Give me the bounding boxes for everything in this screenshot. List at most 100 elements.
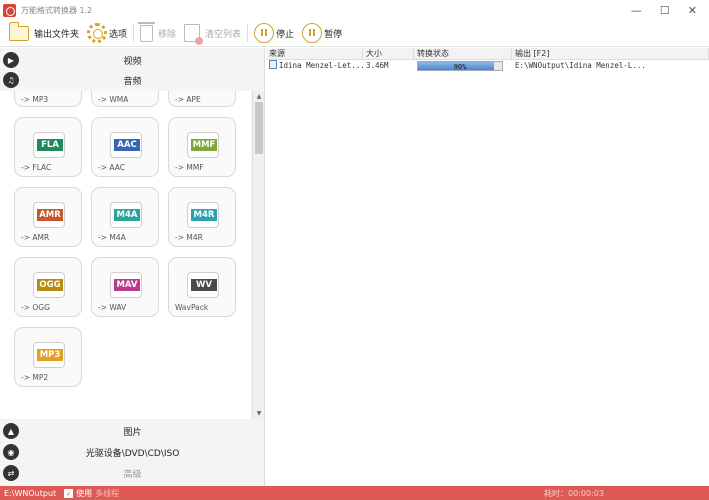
multithread-checkbox[interactable]: ✓ bbox=[64, 488, 74, 498]
category-optical[interactable]: ◉ 光驱设备\DVD\CD\ISO bbox=[0, 442, 265, 462]
category-advanced-label: 高级 bbox=[123, 469, 142, 480]
close-button[interactable]: ✕ bbox=[688, 4, 697, 17]
gear-icon bbox=[87, 23, 108, 43]
trash-icon bbox=[138, 21, 156, 42]
format-tile-wavpack[interactable]: WV WavPack bbox=[168, 257, 236, 317]
toolbar: 输出文件夹 选项 移除 清空列表 停止 暂停 bbox=[0, 20, 709, 47]
output-path[interactable]: E:\WNOutput bbox=[0, 489, 60, 498]
format-tile-ape[interactable]: -> APE bbox=[168, 91, 236, 107]
format-label: -> M4A bbox=[98, 233, 126, 242]
m4a-file-icon: M4A bbox=[110, 202, 142, 228]
row-status-cell: 90% bbox=[414, 60, 512, 72]
ogg-file-icon: OGG bbox=[33, 272, 65, 298]
title-bar: 万能格式转换器 1.2 — ☐ ✕ bbox=[0, 0, 709, 20]
column-source[interactable]: 来源 bbox=[266, 48, 363, 59]
pause-button[interactable]: 暂停 bbox=[298, 20, 346, 47]
use-label: 使用 bbox=[76, 488, 93, 498]
elapsed-time: 耗时：00:00:03 bbox=[544, 488, 604, 498]
mmf-file-icon: MMF bbox=[187, 132, 219, 158]
category-image-label: 图片 bbox=[123, 427, 142, 438]
format-tile-wav[interactable]: MAV -> WAV bbox=[91, 257, 159, 317]
remove-label: 移除 bbox=[158, 29, 177, 40]
column-status[interactable]: 转换状态 bbox=[414, 48, 512, 59]
music-note-icon: ♫ bbox=[3, 72, 19, 88]
format-label: -> M4R bbox=[175, 233, 203, 242]
format-label: WavPack bbox=[175, 303, 209, 312]
format-label: -> AAC bbox=[98, 163, 125, 172]
format-tile-flac[interactable]: FLA -> FLAC bbox=[14, 117, 82, 177]
format-badge: AMR bbox=[37, 209, 63, 221]
amr-file-icon: AMR bbox=[33, 202, 65, 228]
column-output[interactable]: 输出 [F2] bbox=[512, 48, 709, 59]
format-badge: MAV bbox=[114, 279, 140, 291]
pause-label: 暂停 bbox=[324, 29, 343, 40]
table-header: 来源 大小 转换状态 输出 [F2] bbox=[266, 48, 709, 60]
format-label: -> WMA bbox=[98, 95, 129, 104]
category-video-label: 视频 bbox=[123, 56, 142, 67]
window-controls: — ☐ ✕ bbox=[631, 0, 705, 20]
category-video[interactable]: ▶ 视频 bbox=[0, 50, 265, 70]
m4r-file-icon: M4R bbox=[187, 202, 219, 228]
format-grid-scrollbar[interactable]: ▲ ▼ bbox=[252, 91, 264, 419]
format-badge: OGG bbox=[37, 279, 63, 291]
format-tile-mmf[interactable]: MMF -> MMF bbox=[168, 117, 236, 177]
wavpack-file-icon: WV bbox=[187, 272, 219, 298]
audio-file-icon bbox=[269, 60, 277, 69]
status-bar: E:\WNOutput ✓ 使用 多线程 耗时：00:00:03 bbox=[0, 486, 709, 500]
scroll-up-arrow-icon[interactable]: ▲ bbox=[253, 91, 265, 102]
progress-text: 90% bbox=[453, 63, 467, 71]
remove-button[interactable]: 移除 bbox=[136, 20, 180, 47]
format-tile-amr[interactable]: AMR -> AMR bbox=[14, 187, 82, 247]
format-tile-m4r[interactable]: M4R -> M4R bbox=[168, 187, 236, 247]
format-tile-aac[interactable]: AAC -> AAC bbox=[91, 117, 159, 177]
format-label: -> OGG bbox=[21, 303, 50, 312]
category-image[interactable]: ▲ 图片 bbox=[0, 421, 265, 441]
disc-icon: ◉ bbox=[3, 444, 19, 460]
format-badge: WV bbox=[191, 279, 217, 291]
play-icon: ▶ bbox=[3, 52, 19, 68]
clear-list-button[interactable]: 清空列表 bbox=[180, 20, 245, 47]
pause-icon bbox=[302, 23, 323, 43]
category-audio[interactable]: ♫ 音频 bbox=[0, 70, 265, 90]
output-folder-button[interactable]: 输出文件夹 bbox=[0, 20, 83, 47]
folder-icon bbox=[9, 21, 29, 41]
format-label: -> WAV bbox=[98, 303, 127, 312]
format-tile-wma[interactable]: -> WMA bbox=[91, 91, 159, 107]
toolbar-divider bbox=[247, 24, 249, 42]
format-grid: -> MP3 -> WMA -> APE FLA -> FLAC AAC -> … bbox=[0, 91, 251, 419]
mp2-file-icon: MP3 bbox=[33, 342, 65, 368]
row-source-cell: Idina Menzel-Let... bbox=[266, 60, 363, 72]
wav-file-icon: MAV bbox=[110, 272, 142, 298]
category-audio-label: 音频 bbox=[123, 76, 142, 87]
row-source: Idina Menzel-Let... bbox=[279, 61, 363, 70]
format-tile-mp2[interactable]: MP3 -> MP2 bbox=[14, 327, 82, 387]
maximize-button[interactable]: ☐ bbox=[660, 4, 670, 17]
row-size: 3.46M bbox=[366, 61, 389, 70]
scroll-down-arrow-icon[interactable]: ▼ bbox=[253, 408, 265, 419]
format-tile-mp3[interactable]: -> MP3 bbox=[14, 91, 82, 107]
category-optical-label: 光驱设备\DVD\CD\ISO bbox=[85, 448, 180, 459]
stop-button[interactable]: 停止 bbox=[250, 20, 298, 47]
stop-label: 停止 bbox=[276, 29, 295, 40]
options-button[interactable]: 选项 bbox=[83, 20, 131, 47]
format-badge: M4R bbox=[191, 209, 217, 221]
format-badge: FLA bbox=[37, 139, 63, 151]
flac-file-icon: FLA bbox=[33, 132, 65, 158]
column-size[interactable]: 大小 bbox=[363, 48, 414, 59]
row-output: E:\WNOutput\Idina Menzel-L... bbox=[515, 61, 646, 70]
format-label: -> AMR bbox=[21, 233, 50, 242]
clear-list-icon bbox=[184, 24, 204, 45]
format-badge: MMF bbox=[191, 139, 217, 151]
category-advanced[interactable]: ⇄ 高级 bbox=[0, 463, 265, 483]
format-label: -> MMF bbox=[175, 163, 204, 172]
format-tile-m4a[interactable]: M4A -> M4A bbox=[91, 187, 159, 247]
format-label: -> APE bbox=[175, 95, 201, 104]
format-tile-ogg[interactable]: OGG -> OGG bbox=[14, 257, 82, 317]
conversion-progress-bar: 90% bbox=[417, 61, 503, 71]
toolbar-divider bbox=[133, 24, 135, 42]
table-row[interactable]: Idina Menzel-Let... 3.46M 90% E:\WNOutpu… bbox=[266, 60, 709, 72]
scrollbar-thumb[interactable] bbox=[255, 102, 263, 154]
output-folder-label: 输出文件夹 bbox=[34, 29, 80, 40]
stop-icon bbox=[254, 23, 275, 43]
minimize-button[interactable]: — bbox=[631, 4, 642, 17]
